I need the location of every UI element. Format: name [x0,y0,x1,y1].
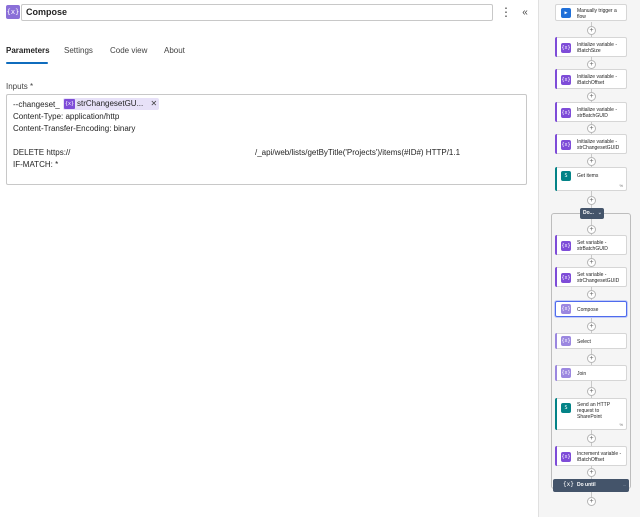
remove-token-icon[interactable]: ✕ [151,98,158,110]
compose-action-icon: {x} [6,5,20,19]
do-until-label: Do... [583,210,594,216]
trigger-icon: ▶ [561,8,571,18]
add-step-icon[interactable]: + [587,497,596,506]
add-step-icon[interactable]: + [587,290,596,299]
step-accent [555,102,557,122]
editor-line: Content-Transfer-Encoding: binary [13,124,136,133]
flow-step[interactable]: {x} Increment variable - iBatchOffset [555,446,627,466]
do-until-header[interactable]: Do... ⌄ [580,208,604,219]
flow-step[interactable]: S Send an HTTP request to SharePoint % [555,398,627,430]
step-label: Increment variable - iBatchOffset [577,451,622,463]
loop-icon: {x} [563,481,574,488]
variable-icon: {x} [561,241,571,251]
flow-step[interactable]: {x} Initialize variable - strBatchGUID [555,102,627,122]
flow-step[interactable]: {x} Join [555,365,627,381]
step-accent [555,167,557,191]
variable-icon: {x} [561,452,571,462]
tab-code-view[interactable]: Code view [110,46,147,55]
tab-settings[interactable]: Settings [64,46,93,55]
editor-line: IF-MATCH: * [13,160,59,169]
compose-icon: {x} [561,368,571,378]
collapse-panel-icon[interactable]: « [517,4,533,21]
variable-icon: {x} [561,75,571,85]
flow-canvas[interactable]: Do... ⌄ ▶ Manually trigger a flow + {x} … [538,0,640,517]
variable-icon: {x} [64,99,75,109]
flow-step[interactable]: {x} Set variable - strChangesetGUID [555,267,627,287]
flow-step[interactable]: {x} Initialize variable - iBatchSize [555,37,627,57]
panel-header: {x} Compose ⋮ « [0,0,538,26]
variable-icon: {x} [561,108,571,118]
more-options-icon[interactable]: ⋮ [498,4,514,21]
add-step-icon[interactable]: + [587,434,596,443]
step-accent [555,333,557,349]
add-step-icon[interactable]: + [587,387,596,396]
add-step-icon[interactable]: + [587,124,596,133]
step-badge: % [619,422,623,427]
step-accent [555,37,557,57]
variable-icon: {x} [561,140,571,150]
chevron-down-icon[interactable]: ⌄ [598,208,602,219]
inputs-editor[interactable]: --changeset_ {x} strChangesetGU... ✕ Con… [6,94,527,185]
step-label: Initialize variable - iBatchOffset [577,74,618,86]
add-step-icon[interactable]: + [587,92,596,101]
editor-line: Content-Type: application/http [13,112,120,121]
add-step-icon[interactable]: + [587,60,596,69]
step-label: Set variable - strChangesetGUID [577,272,620,284]
step-label: Select [577,339,591,345]
flow-step[interactable]: ▶ Manually trigger a flow [555,4,627,21]
step-label: Initialize variable - strChangesetGUID [577,139,620,151]
flow-step[interactable]: {x} Initialize variable - iBatchOffset [555,69,627,89]
editor-line-prefix: --changeset_ [13,100,60,109]
step-label: Send an HTTP request to SharePoint [577,402,610,420]
add-step-icon[interactable]: + [587,225,596,234]
step-badge: ... [622,482,626,487]
editor-line: DELETE https:// [13,148,71,157]
add-step-icon[interactable]: + [587,196,596,205]
variable-icon: {x} [561,273,571,283]
step-accent [555,134,557,154]
step-label: Initialize variable - strBatchGUID [577,107,618,119]
action-title-input[interactable]: Compose [21,4,493,21]
flow-step[interactable]: {x} Initialize variable - strChangesetGU… [555,134,627,154]
editor-line-path: /_api/web/lists/getByTitle('Projects')/i… [255,148,461,157]
flow-step[interactable]: {x} Set variable - strBatchGUID [555,235,627,255]
token-label: strChangesetGU... [77,99,144,108]
step-accent [555,446,557,466]
compose-icon: {x} [561,336,571,346]
step-accent [555,365,557,381]
active-tab-indicator [6,62,48,64]
flow-step[interactable]: {x} Select [555,333,627,349]
compose-icon: {x} [561,304,571,314]
sharepoint-icon: S [561,171,571,181]
step-label: Get items [577,173,599,179]
add-step-icon[interactable]: + [587,468,596,477]
step-accent [555,235,557,255]
do-until-condition-label: Do until [577,482,596,488]
dynamic-content-token[interactable]: {x} strChangesetGU... ✕ [63,98,160,110]
add-step-icon[interactable]: + [587,26,596,35]
step-badge: % [619,183,623,188]
inputs-label: Inputs * [6,82,34,91]
variable-icon: {x} [561,43,571,53]
step-accent [555,69,557,89]
tab-parameters[interactable]: Parameters [6,46,50,55]
do-until-condition[interactable]: {x} Do until ... [553,479,629,492]
add-step-icon[interactable]: + [587,322,596,331]
app-root: {x} Compose ⋮ « Parameters Settings Code… [0,0,640,517]
step-label: Set variable - strBatchGUID [577,240,608,252]
step-accent [555,267,557,287]
add-step-icon[interactable]: + [587,258,596,267]
step-label: Join [577,371,587,377]
action-details-panel: {x} Compose ⋮ « Parameters Settings Code… [0,0,538,517]
step-label: Manually trigger a flow [577,8,617,20]
sharepoint-icon: S [561,403,571,413]
step-label: Compose [577,307,599,313]
add-step-icon[interactable]: + [587,157,596,166]
step-label: Initialize variable - iBatchSize [577,42,618,54]
add-step-icon[interactable]: + [587,354,596,363]
tab-about[interactable]: About [164,46,185,55]
step-accent [555,398,557,430]
flow-step[interactable]: S Get items % [555,167,627,191]
flow-step-compose-selected[interactable]: {x} Compose [555,301,627,317]
